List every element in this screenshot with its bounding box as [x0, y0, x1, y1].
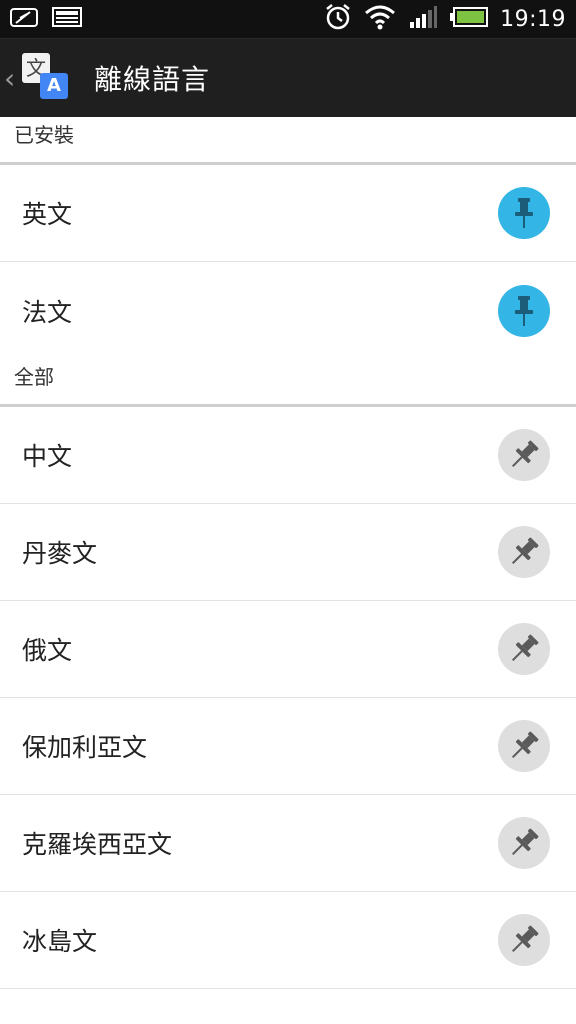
- language-label: 克羅埃西亞文: [22, 830, 173, 859]
- pin-icon: [515, 295, 533, 326]
- signal-icon: [408, 5, 438, 33]
- list-item[interactable]: 法文: [0, 262, 576, 359]
- pin-button[interactable]: [498, 623, 550, 675]
- wifi-icon: [364, 4, 396, 34]
- list-item[interactable]: 丹麥文: [0, 504, 576, 601]
- pin-button[interactable]: [498, 914, 550, 966]
- list-item[interactable]: 俄文: [0, 601, 576, 698]
- pin-button[interactable]: [498, 187, 550, 239]
- battery-icon: [450, 6, 489, 32]
- status-bar: 19:19: [0, 0, 576, 38]
- language-label: 冰島文: [22, 927, 98, 956]
- alarm-icon: [324, 3, 352, 35]
- language-label: 保加利亞文: [22, 733, 148, 762]
- pin-icon: [511, 731, 539, 759]
- section-header-installed: 已安裝: [0, 117, 576, 165]
- pin-icon: [511, 828, 539, 856]
- language-label: 俄文: [22, 636, 73, 665]
- pin-icon: [511, 537, 539, 565]
- list-item[interactable]: 中文: [0, 407, 576, 504]
- app-bar: ‹ 文 A 離線語言: [0, 38, 576, 117]
- list-item[interactable]: 保加利亞文: [0, 698, 576, 795]
- clock: 19:19: [500, 6, 566, 32]
- pin-button[interactable]: [498, 526, 550, 578]
- pin-icon: [511, 634, 539, 662]
- list-item[interactable]: 英文: [0, 165, 576, 262]
- app-icon-glyph-a: A: [40, 73, 68, 99]
- translate-app-icon[interactable]: 文 A: [22, 53, 72, 103]
- image-icon: [52, 6, 82, 32]
- pin-button[interactable]: [498, 720, 550, 772]
- language-label: 英文: [22, 200, 73, 229]
- page-title: 離線語言: [94, 63, 211, 96]
- pin-button[interactable]: [498, 284, 550, 337]
- section-header-all: 全部: [0, 359, 576, 407]
- back-chevron-icon[interactable]: ‹: [4, 62, 18, 95]
- pin-icon: [511, 440, 539, 468]
- pin-button[interactable]: [498, 817, 550, 869]
- pin-button[interactable]: [498, 429, 550, 481]
- pin-icon: [515, 198, 533, 228]
- language-label: 法文: [22, 297, 73, 327]
- pin-icon: [511, 925, 539, 953]
- feather-icon: [10, 6, 40, 32]
- list-item[interactable]: 克羅埃西亞文: [0, 795, 576, 892]
- language-label: 中文: [22, 442, 73, 471]
- list-item[interactable]: 冰島文: [0, 892, 576, 989]
- language-label: 丹麥文: [22, 539, 98, 568]
